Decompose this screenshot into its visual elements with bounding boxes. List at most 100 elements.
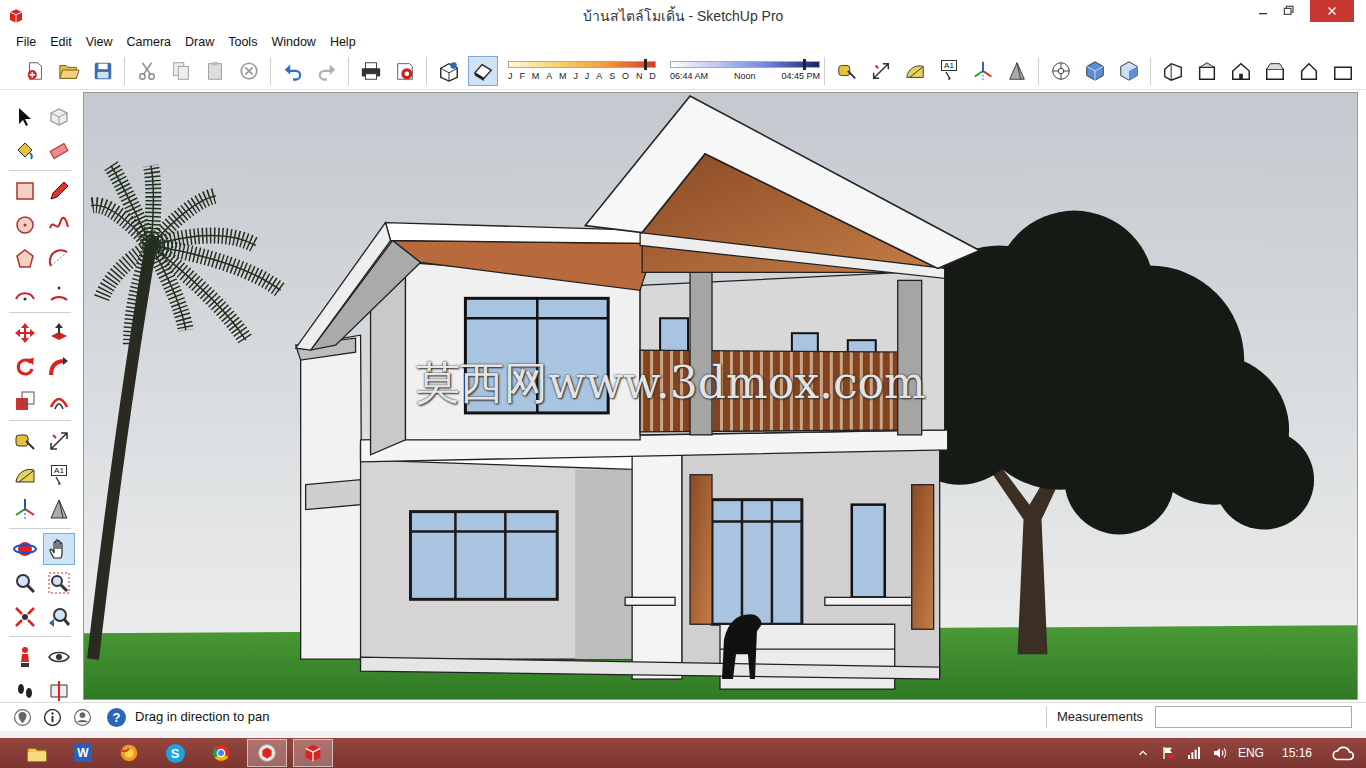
house-button[interactable] (1226, 56, 1256, 86)
time-track[interactable] (670, 61, 820, 68)
info2-icon (438, 60, 460, 82)
arc-button[interactable] (43, 243, 75, 275)
house4-button[interactable] (1328, 56, 1358, 86)
extents-button[interactable] (9, 601, 41, 633)
info2-button[interactable] (434, 56, 464, 86)
media-player-taskbar-button[interactable] (109, 739, 149, 767)
input-language[interactable]: ENG (1238, 744, 1264, 762)
dimension-button[interactable] (43, 425, 75, 457)
sketchup-window: บ้านสไตล์โมเดิ้น - SketchUp Pro FileEdit… (0, 0, 1366, 768)
info-button[interactable] (390, 56, 420, 86)
zoomwin-button[interactable] (43, 567, 75, 599)
axes-button[interactable] (9, 493, 41, 525)
paste-button[interactable] (200, 56, 230, 86)
date-track[interactable] (508, 61, 656, 68)
arc3-icon (47, 281, 71, 305)
viewcube-button[interactable] (1080, 56, 1110, 86)
iso-button[interactable] (1158, 56, 1188, 86)
menu-item[interactable]: Help (323, 33, 363, 51)
measurements-input[interactable] (1155, 706, 1352, 728)
pencil-button[interactable] (43, 175, 75, 207)
date-thumb[interactable] (644, 59, 647, 70)
menu-item[interactable]: Window (264, 33, 322, 51)
minimize-button[interactable] (1250, 0, 1276, 22)
cut-button[interactable] (132, 56, 162, 86)
section-button[interactable] (43, 675, 75, 702)
new-button[interactable] (20, 56, 50, 86)
offset-icon (47, 389, 71, 413)
protractor-button[interactable] (900, 56, 930, 86)
menu-item[interactable]: Camera (120, 33, 178, 51)
orbit-button[interactable] (9, 533, 41, 565)
clock[interactable]: 15:16 (1282, 744, 1312, 762)
bucket-button[interactable] (9, 135, 41, 167)
rect-button[interactable] (9, 175, 41, 207)
text3d-button[interactable] (1002, 56, 1032, 86)
pan-button[interactable] (43, 533, 75, 565)
move-button[interactable] (9, 317, 41, 349)
previous-button[interactable] (43, 601, 75, 633)
scale-button[interactable] (9, 385, 41, 417)
menu-item[interactable]: File (9, 33, 43, 51)
tape-button[interactable] (9, 425, 41, 457)
copy-button[interactable] (166, 56, 196, 86)
protractor-button[interactable] (9, 459, 41, 491)
word-taskbar-button[interactable]: W (63, 739, 103, 767)
text3d-button[interactable] (43, 493, 75, 525)
freehand-button[interactable] (43, 209, 75, 241)
help-button[interactable]: ? (107, 708, 126, 727)
offset-button[interactable] (43, 385, 75, 417)
undo-button[interactable] (278, 56, 308, 86)
open-button[interactable] (54, 56, 84, 86)
model-viewport[interactable]: 莫西网www.3dmox.com (83, 92, 1358, 700)
file-explorer-taskbar-button[interactable] (17, 739, 57, 767)
component-button[interactable] (43, 101, 75, 133)
window-controls (783, 0, 1366, 32)
zoom-button[interactable] (9, 567, 41, 599)
followme-button[interactable] (43, 351, 75, 383)
position-button[interactable] (1046, 56, 1076, 86)
arrow-button[interactable] (9, 101, 41, 133)
front-button[interactable] (1192, 56, 1222, 86)
viewcube2-button[interactable] (1114, 56, 1144, 86)
text-button[interactable]: A1 (43, 459, 75, 491)
tape-button[interactable] (832, 56, 862, 86)
skype-taskbar-button[interactable]: S (155, 739, 195, 767)
layout-taskbar-button[interactable] (247, 739, 287, 767)
eraser-button[interactable] (43, 135, 75, 167)
shadow-date-slider[interactable]: JFMAMJJASOND (508, 61, 656, 81)
arc2-button[interactable] (9, 277, 41, 309)
tool-row (9, 641, 83, 673)
menu-item[interactable]: Tools (221, 33, 264, 51)
time-thumb[interactable] (803, 59, 806, 70)
house2-button[interactable] (1260, 56, 1290, 86)
rotate-button[interactable] (9, 351, 41, 383)
redo-button[interactable] (312, 56, 342, 86)
axes-button[interactable] (968, 56, 998, 86)
print-button[interactable] (356, 56, 386, 86)
month-label: J (585, 71, 590, 81)
house4-icon (1332, 60, 1354, 82)
house3-button[interactable] (1294, 56, 1324, 86)
dimension-button[interactable] (866, 56, 896, 86)
walk-button[interactable] (9, 675, 41, 702)
close-button[interactable] (1310, 0, 1354, 22)
menu-item[interactable]: Edit (43, 33, 79, 51)
chrome-taskbar-button[interactable] (201, 739, 241, 767)
pushpull-button[interactable] (43, 317, 75, 349)
restore-button[interactable] (1276, 0, 1302, 22)
sketchup-taskbar-button[interactable] (293, 739, 333, 767)
shadow-time-slider[interactable]: 06:44 AMNoon04:45 PM (670, 61, 820, 81)
menu-item[interactable]: View (79, 33, 120, 51)
menu-item[interactable]: Draw (178, 33, 221, 51)
look-button[interactable] (43, 641, 75, 673)
person-button[interactable] (9, 641, 41, 673)
erase-button[interactable] (234, 56, 264, 86)
text-button[interactable]: A1 (934, 56, 964, 86)
xray-button[interactable] (468, 56, 498, 86)
save-button[interactable] (88, 56, 118, 86)
polygon-button[interactable] (9, 243, 41, 275)
tool-row (9, 317, 83, 349)
arc3-button[interactable] (43, 277, 75, 309)
circle-button[interactable] (9, 209, 41, 241)
